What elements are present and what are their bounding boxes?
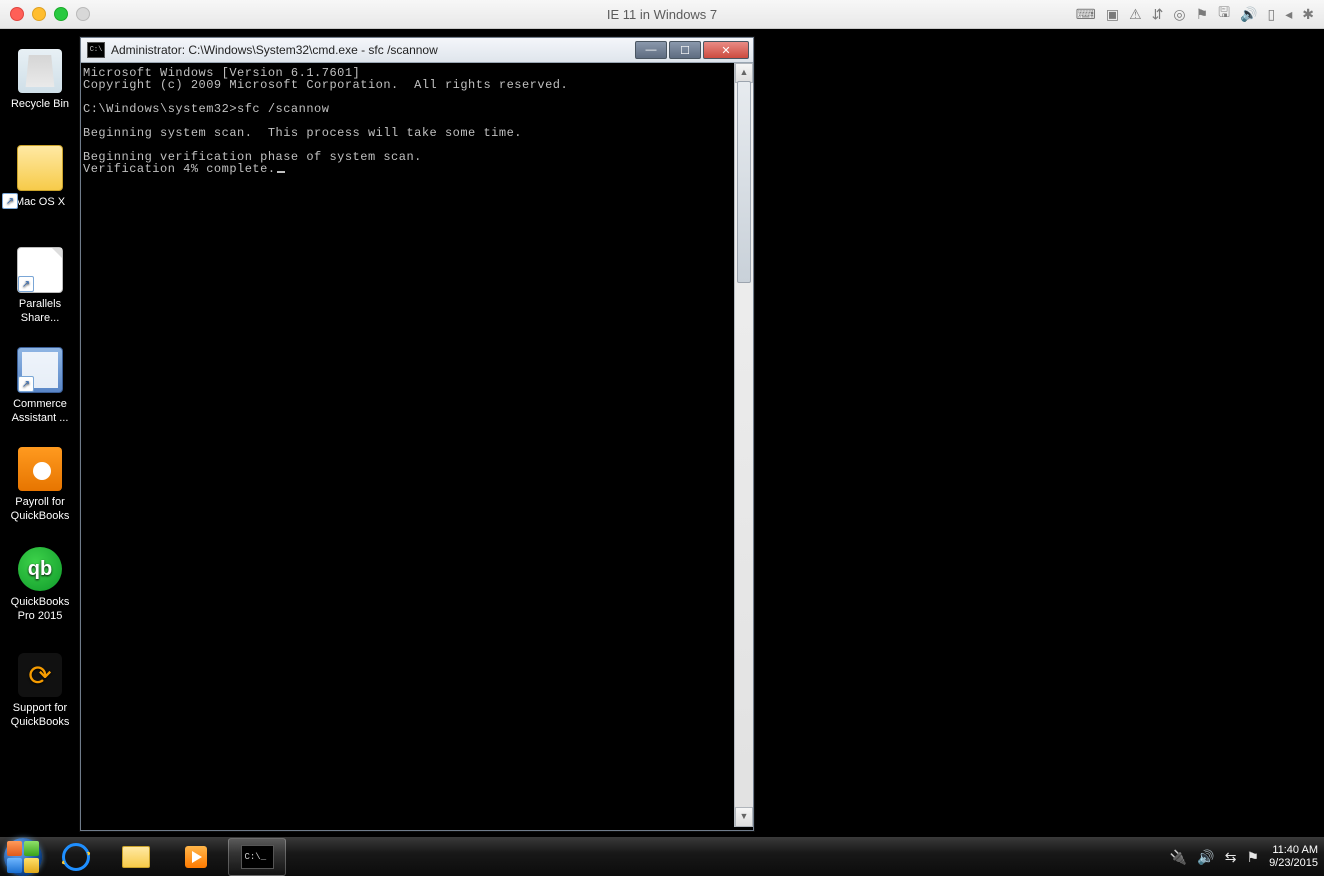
keyboard-icon[interactable]: ⌨	[1076, 6, 1096, 23]
desktop-icon-label: Support for QuickBooks	[2, 701, 78, 729]
desktop-icon-label: Commerce Assistant ...	[2, 397, 78, 425]
flag-icon[interactable]: ⚑	[1196, 6, 1209, 23]
taskbar-ie[interactable]	[48, 839, 104, 875]
scroll-up-icon[interactable]: ▲	[735, 63, 753, 83]
recycle-bin-icon	[18, 49, 62, 93]
cmd-line: Copyright (c) 2009 Microsoft Corporation…	[83, 78, 568, 92]
mac-osx-folder[interactable]: ↗ Mac OS X	[2, 145, 78, 209]
folder-icon: ↗	[17, 145, 63, 191]
sound-icon[interactable]: 🔊	[1240, 6, 1257, 23]
traffic-lights	[10, 7, 90, 21]
minimize-icon[interactable]	[32, 7, 46, 21]
wmp-icon	[185, 846, 207, 868]
taskbar-explorer[interactable]	[108, 839, 164, 875]
parallels-shared[interactable]: ↗ Parallels Share...	[2, 247, 78, 325]
start-button[interactable]	[0, 837, 46, 876]
network-icon[interactable]: ⇆	[1225, 849, 1237, 866]
scroll-thumb[interactable]	[737, 81, 751, 283]
maximize-button[interactable]: ☐	[669, 41, 701, 59]
recycle-bin[interactable]: Recycle Bin	[2, 49, 78, 111]
system-tray: 🔌 🔊 ⇆ ⚑ 11:40 AM 9/23/2015	[1170, 837, 1318, 876]
tray-time: 11:40 AM	[1269, 844, 1318, 857]
commerce-assistant[interactable]: ↗ Commerce Assistant ...	[2, 347, 78, 425]
desktop-icon-label: QuickBooks Pro 2015	[2, 595, 78, 623]
action-center-icon[interactable]: ⚑	[1247, 849, 1260, 866]
tray-clock[interactable]: 11:40 AM 9/23/2015	[1269, 844, 1318, 870]
window-controls: — ☐ ✕	[633, 41, 749, 59]
app-icon: ↗	[17, 347, 63, 393]
desktop-icon-label: Recycle Bin	[2, 97, 78, 111]
close-button[interactable]: ✕	[703, 41, 749, 59]
disk-icon[interactable]: 🖫	[1218, 2, 1230, 26]
ie-icon	[62, 843, 90, 871]
windows-taskbar[interactable]: C:\_ 🔌 🔊 ⇆ ⚑ 11:40 AM 9/23/2015	[0, 837, 1324, 876]
volume-icon[interactable]: 🔊	[1197, 849, 1214, 866]
parallels-menubar: ⌨ ▣ ⚠ ⇵ ◎ ⚑ 🖫 🔊 ▯ ◂ ✱	[1076, 2, 1314, 26]
cmd-titlebar[interactable]: C:\ Administrator: C:\Windows\System32\c…	[81, 38, 753, 63]
support-icon: ⟳	[18, 653, 62, 697]
tray-date: 9/23/2015	[1269, 857, 1318, 870]
shortcut-arrow-icon: ↗	[18, 376, 34, 392]
taskbar-cmd[interactable]: C:\_	[228, 838, 286, 876]
payroll-quickbooks[interactable]: Payroll for QuickBooks	[2, 447, 78, 523]
taskbar-wmp[interactable]	[168, 839, 224, 875]
start-orb-icon	[4, 838, 42, 876]
cmd-output[interactable]: Microsoft Windows [Version 6.1.7601] Cop…	[81, 63, 734, 827]
vm-desktop[interactable]: Recycle Bin ↗ Mac OS X ↗ Parallels Share…	[0, 29, 1324, 837]
camera-icon[interactable]: ◎	[1173, 6, 1185, 23]
support-quickbooks[interactable]: ⟳ Support for QuickBooks	[2, 653, 78, 729]
close-icon[interactable]	[10, 7, 24, 21]
cmd-body: Microsoft Windows [Version 6.1.7601] Cop…	[81, 63, 753, 827]
folder-icon	[122, 846, 150, 868]
cursor-icon	[277, 171, 285, 173]
minimize-button[interactable]: —	[635, 41, 667, 59]
cmd-window[interactable]: C:\ Administrator: C:\Windows\System32\c…	[80, 37, 754, 831]
payroll-icon	[18, 447, 62, 491]
power-icon[interactable]: 🔌	[1170, 849, 1187, 866]
cmd-icon: C:\_	[241, 845, 274, 869]
mac-chrome-bar: IE 11 in Windows 7 ⌨ ▣ ⚠ ⇵ ◎ ⚑ 🖫 🔊 ▯ ◂ ✱	[0, 0, 1324, 29]
zoom-icon[interactable]	[54, 7, 68, 21]
device-icon[interactable]: ▯	[1268, 6, 1276, 23]
document-icon: ↗	[17, 247, 63, 293]
usb-icon[interactable]: ⇵	[1152, 6, 1164, 23]
cmd-line: Verification 4% complete.	[83, 162, 276, 176]
desktop-icon-label: Parallels Share...	[2, 297, 78, 325]
arrow-icon[interactable]: ◂	[1285, 6, 1292, 23]
disabled-icon	[76, 7, 90, 21]
scroll-down-icon[interactable]: ▼	[735, 807, 753, 827]
desktop-icon-label: Payroll for QuickBooks	[2, 495, 78, 523]
quickbooks-pro-2015[interactable]: qb QuickBooks Pro 2015	[2, 547, 78, 623]
gear-icon[interactable]: ✱	[1302, 6, 1314, 23]
cmd-app-icon: C:\	[87, 42, 105, 58]
scrollbar[interactable]: ▲ ▼	[734, 63, 753, 827]
cmd-line: Beginning system scan. This process will…	[83, 126, 522, 140]
shortcut-arrow-icon: ↗	[2, 193, 18, 209]
cmd-window-title: Administrator: C:\Windows\System32\cmd.e…	[111, 43, 633, 57]
shortcut-arrow-icon: ↗	[18, 276, 34, 292]
cmd-line: C:\Windows\system32>sfc /scannow	[83, 102, 329, 116]
warning-icon[interactable]: ⚠	[1129, 6, 1142, 23]
display-icon[interactable]: ▣	[1106, 6, 1119, 23]
quickbooks-icon: qb	[18, 547, 62, 591]
